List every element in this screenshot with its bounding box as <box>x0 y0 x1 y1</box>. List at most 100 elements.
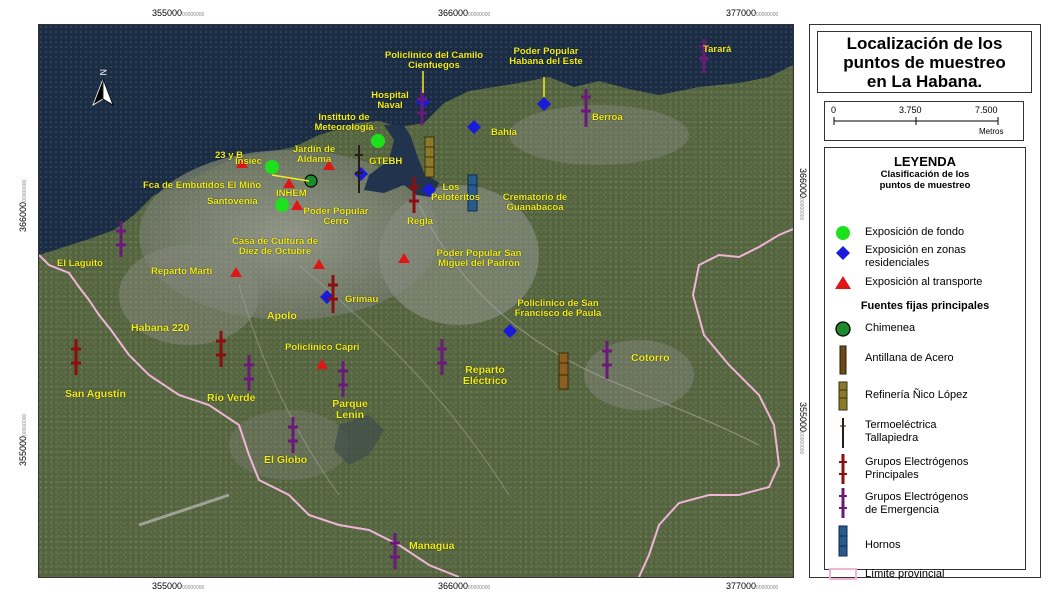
coord-left-1: 36600000000000 <box>18 179 28 232</box>
label-reparto-electrico: Reparto Eléctrico <box>462 364 508 388</box>
legend-item-ge-principales-line-1: Grupos Electrógenos <box>865 456 969 468</box>
label-instituto-meteorologia: Instituto de Meteorología <box>314 112 374 133</box>
label-berroa: Berroa <box>592 112 623 123</box>
refinery-icon[interactable] <box>424 136 435 178</box>
label-el-laguito: El Laguito <box>57 258 103 269</box>
legend-item-ge-emergencia: Grupos Electrógenos de Emergencia <box>865 491 968 517</box>
label-el-globo: El Globo <box>264 454 308 466</box>
thermo-icon <box>840 418 846 448</box>
main-generator-icon[interactable] <box>71 339 81 375</box>
blue-diamond-icon <box>836 246 850 260</box>
title-line-2: puntos de muestreo <box>843 53 1006 72</box>
scale-tick-2: 7.500 <box>975 105 998 115</box>
legend-item-residenciales: Exposición en zonas residenciales <box>865 244 966 270</box>
furnace-icon <box>838 525 848 557</box>
emergency-generator-icon[interactable] <box>244 355 254 391</box>
scale-bar: 0 3.750 7.500 Metros <box>824 101 1024 141</box>
leader-line <box>271 174 310 182</box>
markers-layer <box>71 39 709 569</box>
main-generator-icon[interactable] <box>409 177 419 213</box>
coord-left-2: 35500000000000 <box>18 413 28 466</box>
label-inhem: INHEM <box>276 188 307 199</box>
emergency-generator-icon[interactable] <box>581 89 591 127</box>
green-circle-icon[interactable] <box>371 134 385 148</box>
main-generator-icon <box>839 454 847 484</box>
label-regla: Regla <box>407 216 433 227</box>
coord-bottom-1: 35500000000000 <box>152 581 205 591</box>
label-policlinico-camilo: Policlinico del Camilo Cienfuegos <box>384 50 484 71</box>
label-parque-lenin: Parque Lenin <box>332 398 368 422</box>
blue-diamond-icon[interactable] <box>503 324 517 338</box>
legend-box: LEYENDA Clasificación de los puntos de m… <box>824 147 1026 580</box>
emergency-generator-icon[interactable] <box>437 339 447 375</box>
antillana-icon[interactable] <box>558 352 569 390</box>
label-insiec: Insiec <box>235 156 262 167</box>
coord-right-1: 36600000000000 <box>798 168 808 221</box>
red-triangle-icon[interactable] <box>313 259 325 269</box>
red-triangle-icon <box>835 276 851 289</box>
green-circle-icon <box>836 226 850 240</box>
label-cotorro: Cotorro <box>631 352 670 364</box>
label-casa-cultura: Casa de Cultura de Diez de Octubre <box>231 236 319 257</box>
legend-item-ge-emergencia-line-1: Grupos Electrógenos <box>865 491 969 503</box>
coord-bottom-3: 37700000000000 <box>726 581 779 591</box>
legend-item-residenciales-line-1: Exposición en zonas <box>865 244 966 256</box>
label-reparto-marti: Reparto Martí <box>151 266 213 277</box>
legend-item-hornos: Hornos <box>865 539 901 551</box>
scale-tick-0: 0 <box>831 105 837 115</box>
scale-line <box>833 117 999 125</box>
legend-item-termoelectrica-line-2: Tallapiedra <box>865 432 919 444</box>
legend-item-ge-principales: Grupos Electrógenos Principales <box>865 456 968 482</box>
red-triangle-icon[interactable] <box>283 178 295 188</box>
label-pp-san-miguel: Poder Popular San Miguel del Padrón <box>436 248 522 269</box>
label-bahia: Bahía <box>491 127 517 138</box>
red-triangle-icon[interactable] <box>398 253 410 263</box>
coord-top-1: 35500000000000 <box>152 8 205 18</box>
label-los-peloteritos: Los Pelotéritos <box>431 182 481 203</box>
label-pp-cerro: Poder Popular Cerro <box>303 206 369 227</box>
coord-top-2: 36600000000000 <box>438 8 491 18</box>
main-generator-icon[interactable] <box>216 331 226 367</box>
sources-title: Fuentes fijas principales <box>860 300 990 312</box>
emergency-generator-icon[interactable] <box>602 341 612 379</box>
scale-unit: Metros <box>979 127 1004 136</box>
legend-subtitle-line-2: puntos de muestreo <box>879 180 971 191</box>
map-title: Localización de los puntos de muestreo e… <box>817 31 1032 93</box>
blue-diamond-icon[interactable] <box>467 120 481 134</box>
satellite-map[interactable]: N Policlinico del Camilo Cienfuegos Pode… <box>38 24 794 578</box>
scale-tick-1: 3.750 <box>899 105 922 115</box>
legend-item-chimenea: Chimenea <box>865 322 916 334</box>
legend-item-termoelectrica: Termoeléctrica Tallapiedra <box>865 419 937 445</box>
emergency-generator-icon[interactable] <box>288 417 298 453</box>
legend-item-refineria: Refinería Ñico López <box>865 389 968 401</box>
legend-item-fondo: Exposición de fondo <box>865 226 965 238</box>
green-circle-icon[interactable] <box>275 198 289 212</box>
legend-panel: Localización de los puntos de muestreo e… <box>809 24 1041 580</box>
legend-item-antillana: Antillana de Acero <box>865 352 954 364</box>
label-policlinico-capri: Policlinico Capri <box>285 342 360 353</box>
antillana-icon <box>839 345 847 375</box>
green-circle-icon[interactable] <box>265 160 279 174</box>
red-triangle-icon[interactable] <box>230 267 242 277</box>
label-pp-habana-este: Poder Popular Habana del Este <box>509 46 583 67</box>
emergency-generator-icon[interactable] <box>390 533 400 569</box>
label-santovenia: Santovenia <box>207 196 258 207</box>
label-jardin-aldama: Jardín de Aldama <box>292 144 336 165</box>
legend-item-ge-principales-line-2: Principales <box>865 469 919 481</box>
emergency-generator-icon[interactable] <box>116 221 126 257</box>
label-san-agustin: San Agustín <box>65 388 126 400</box>
title-line-3: en La Habana. <box>866 72 983 91</box>
legend-item-transporte: Exposición al transporte <box>865 276 983 288</box>
blue-diamond-icon[interactable] <box>537 97 551 111</box>
legend-title: LEYENDA <box>893 154 957 169</box>
label-gtebh: GTEBH <box>369 156 403 167</box>
legend-subtitle: Clasificación de los puntos de muestreo <box>825 169 1025 191</box>
refinery-icon <box>838 381 848 411</box>
emergency-generator-icon[interactable] <box>417 89 427 125</box>
legend-item-residenciales-line-2: residenciales <box>865 257 930 269</box>
label-grimau: Grimau <box>345 294 379 305</box>
emergency-generator-icon <box>839 488 847 518</box>
emergency-generator-icon[interactable] <box>338 361 348 397</box>
red-triangle-icon[interactable] <box>316 359 328 369</box>
coord-top-3: 37700000000000 <box>726 8 779 18</box>
